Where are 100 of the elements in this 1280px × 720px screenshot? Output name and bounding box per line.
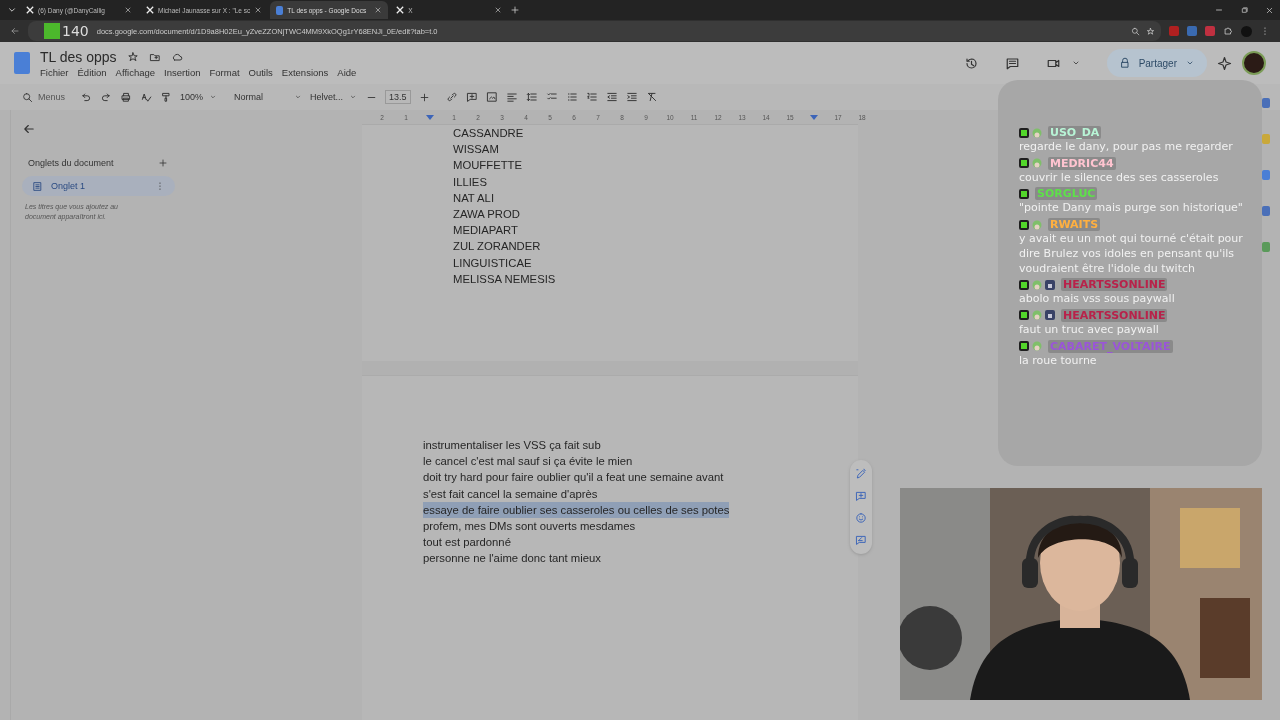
undo-button[interactable] [80,91,92,103]
zoom-icon[interactable] [1131,26,1140,36]
document-icon[interactable] [32,180,43,192]
emote-icon [1032,127,1042,138]
logo-text: 140 [62,23,89,39]
chat-message: faut un truc avec paywall [1019,322,1160,338]
indent-marker[interactable] [810,114,818,120]
sparkle-icon[interactable] [1217,55,1232,71]
close-icon[interactable] [124,6,132,14]
chat-message: "pointe Dany mais purge son historique" [1019,201,1244,217]
chat-username: MEDRIC44 [1048,156,1116,170]
menu-item[interactable]: Extensions [281,66,329,78]
x-logo-icon [26,6,34,14]
document-title[interactable]: TL des opps [40,48,117,65]
search-icon[interactable] [22,91,33,103]
link-button[interactable] [445,91,458,103]
font-size-field[interactable]: 13.5 [385,90,411,104]
comment-icon[interactable] [1004,55,1020,71]
close-icon[interactable] [494,6,503,14]
badge-icon [1019,341,1029,352]
increase-size-button[interactable] [418,91,430,103]
text-line: profem, mes DMs sont ouverts mesdames [423,519,636,534]
section-heading: Onglets du document [28,158,114,168]
font-dropdown[interactable]: Helvet... [310,92,358,102]
badge-icon [1019,127,1029,138]
chat-username: RWAITS [1048,218,1101,232]
emote-icon [1032,158,1042,169]
puzzle-icon[interactable] [1223,26,1233,36]
text-line: WISSAM [453,142,499,158]
paint-format-button[interactable] [160,91,172,103]
align-button[interactable] [505,91,518,103]
indent-marker[interactable] [426,114,434,120]
clear-format-button[interactable] [645,91,658,103]
menu-item[interactable]: Fichier [40,66,69,78]
text-line: instrumentaliser les VSS ça fait sub [423,438,601,453]
text-line: tout est pardonné [423,535,511,551]
checklist-button[interactable] [545,91,558,103]
close-icon[interactable] [254,6,263,14]
menu-item[interactable]: Insertion [164,66,201,78]
line-spacing-button[interactable] [525,91,538,103]
add-tab-icon[interactable] [158,158,168,168]
badge-icon [1019,158,1029,169]
indent-button[interactable] [625,91,638,103]
chat-message: la roue tourne [1019,353,1098,369]
text-line: ZAWA PROD [453,207,520,222]
chat-username: SORGLUC [1035,187,1098,201]
star-icon[interactable] [126,50,139,63]
text-line: s'est fait cancel la semaine d'après [423,486,598,502]
restore-button[interactable] [1240,5,1249,15]
emote-icon [1032,341,1042,352]
text-line: LINGUISTICAE [453,255,532,271]
close-icon[interactable] [374,6,383,14]
text-line: personne ne l'aime donc tant mieux [423,551,601,567]
badge-icon [1045,279,1055,290]
new-tab-button[interactable] [510,5,521,15]
style-dropdown[interactable]: Normal [234,92,302,102]
chat-message: y avait eu un mot qui tourné c'était pour dire Brulez vos idoles en pensant qu'ils voudraient être l'idole du twitch [1019,232,1244,277]
menu-item[interactable]: Outils [248,66,273,78]
text-line: doit try hard pour faire oublier qu'il a feat une semaine avant [423,470,724,486]
menu-item[interactable]: Format [209,66,240,78]
badge-icon [1019,310,1029,321]
close-button[interactable] [1265,5,1274,15]
emote-icon [1032,310,1042,321]
suggest-icon[interactable] [855,534,867,546]
lock-icon[interactable] [1118,57,1131,69]
redo-button[interactable] [100,91,112,103]
print-button[interactable] [120,91,132,103]
text-line: ILLIES [453,174,487,190]
docs-icon [276,5,284,15]
menu-item[interactable]: Édition [77,66,107,78]
text-line: MELISSA NEMESIS [453,271,556,287]
zoom-dropdown[interactable]: 100% [180,92,226,102]
add-comment-icon[interactable] [855,490,867,502]
chat-message: regarde le dany, pour pas me regarder [1019,140,1234,155]
back-arrow-icon[interactable] [22,122,36,136]
text-line: le cancel c'est mal sauf si ça évite le mien [423,454,633,470]
profile-avatar[interactable] [1242,51,1266,75]
menu-search-field[interactable]: Menus [22,91,72,103]
menu-item[interactable]: Affichage [115,66,156,78]
chat-username: CABARET_VOLTAIRE [1048,339,1173,353]
history-icon[interactable] [963,55,979,71]
image-button[interactable] [485,91,498,103]
spellcheck-button[interactable] [140,91,152,103]
badge-icon [1019,279,1029,290]
menu-item[interactable]: Aide [337,66,357,78]
text-line: CASSANDRE [453,126,524,141]
comment-button[interactable] [465,91,478,103]
back-button[interactable] [10,26,20,36]
text-line: NAT ALI [453,190,495,206]
outdent-button[interactable] [605,91,618,103]
logo-icon [44,23,60,39]
chat-username: USO_DA [1048,126,1102,139]
chat-message: abolo mais vss sous paywall [1019,292,1176,307]
share-button[interactable]: Partager [1106,49,1207,77]
star-icon[interactable] [1146,26,1155,36]
document-tab[interactable]: Onglet 1 [22,176,175,196]
numbered-list-button[interactable] [585,91,598,103]
edit-icon[interactable] [855,468,867,480]
text-line: ZUL ZORANDER [453,239,541,255]
chat-username: HEARTSSONLINE [1061,278,1168,292]
